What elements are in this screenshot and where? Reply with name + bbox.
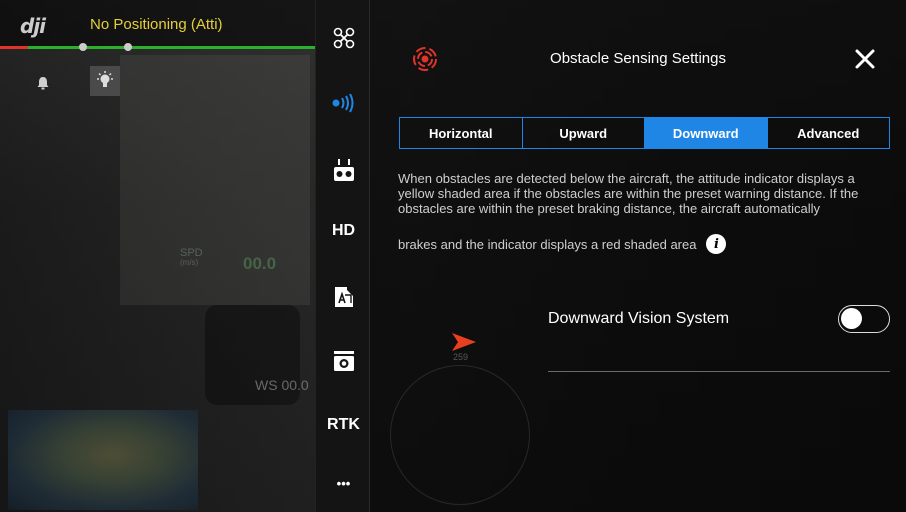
status-indicator-line	[0, 46, 315, 49]
aircraft-icon	[333, 27, 354, 49]
camera-settings-button[interactable]	[316, 350, 371, 377]
speed-value: 00.0	[243, 254, 277, 273]
camera-feed-window	[120, 55, 310, 305]
divider	[548, 371, 890, 372]
mini-map[interactable]	[8, 410, 198, 510]
description-text: When obstacles are detected below the ai…	[398, 171, 859, 216]
downward-vision-row: Downward Vision System	[548, 305, 890, 335]
remote-controller-icon	[333, 159, 354, 181]
speed-unit-text: (m/s)	[180, 258, 199, 267]
camera-icon	[333, 351, 354, 371]
more-settings-button[interactable]: •••	[316, 476, 371, 491]
downward-vision-toggle[interactable]	[838, 305, 890, 333]
speed-label-text: SPD	[180, 247, 203, 259]
battery-settings-button[interactable]	[316, 286, 371, 313]
direction-tabs: Horizontal Upward Downward Advanced	[399, 117, 890, 149]
speed-label: SPD (m/s)	[180, 248, 203, 268]
lightbulb-icon	[97, 71, 113, 87]
sensor-signal-icon	[332, 93, 353, 113]
obstacle-sensing-panel: Obstacle Sensing Settings Horizontal Upw…	[370, 0, 906, 512]
rtk-settings-button[interactable]: RTK	[316, 416, 371, 434]
description-last-line-text: brakes and the indicator displays a red …	[398, 236, 697, 252]
panel-title: Obstacle Sensing Settings	[550, 50, 726, 67]
status-dot	[79, 43, 87, 51]
tab-horizontal[interactable]: Horizontal	[400, 118, 523, 148]
rtk-icon: RTK	[327, 416, 360, 433]
flight-mode-text[interactable]: No Positioning (Atti)	[90, 16, 223, 33]
more-icon: •••	[336, 476, 351, 491]
status-bar: dji No Positioning (Atti)	[0, 0, 315, 49]
status-dot	[124, 43, 132, 51]
tab-advanced[interactable]: Advanced	[768, 118, 890, 148]
toggle-knob	[841, 308, 862, 329]
hd-icon: HD	[331, 222, 356, 239]
aircraft-settings-button[interactable]	[316, 26, 371, 55]
downward-vision-label: Downward Vision System	[548, 310, 730, 327]
battery-icon	[334, 287, 353, 307]
hd-transmission-button[interactable]: HD	[316, 222, 371, 240]
attitude-indicator	[390, 365, 530, 505]
heading-arrow-icon	[452, 333, 476, 351]
tool-sidebar: HD RTK •••	[315, 0, 370, 512]
info-icon[interactable]: i	[706, 234, 727, 254]
tab-downward[interactable]: Downward	[645, 118, 768, 148]
close-icon[interactable]	[850, 44, 880, 74]
tab-upward[interactable]: Upward	[523, 118, 645, 148]
bell-icon[interactable]	[36, 76, 50, 90]
description-last-line: brakes and the indicator displays a red …	[398, 234, 727, 254]
dji-logo[interactable]: dji	[20, 14, 46, 38]
obstacle-sensing-button[interactable]	[316, 92, 371, 119]
wind-speed-value: WS 00.0	[255, 377, 309, 393]
heading-value: 259	[453, 352, 469, 362]
remote-controller-button[interactable]	[316, 158, 371, 187]
